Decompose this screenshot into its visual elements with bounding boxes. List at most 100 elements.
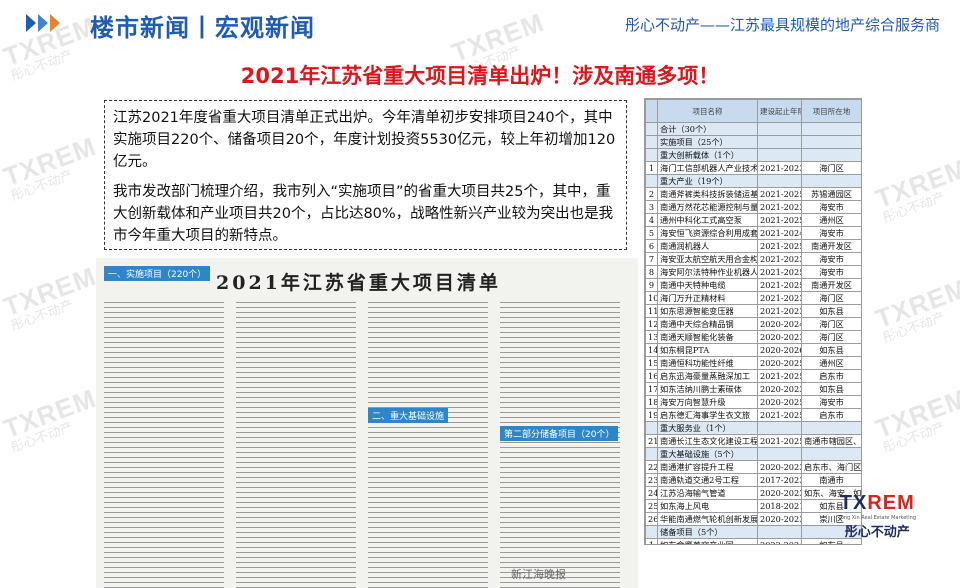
table-cell-n: 25	[645, 499, 658, 513]
project-table: 项目名称 建设起止年限 项目所在地 合计（30个） 实施项目（25个） 重大创新载体…	[645, 99, 861, 544]
table-cell-name: 重大服务业（1个）	[657, 421, 758, 435]
table-cell-years	[757, 148, 802, 162]
table-cell-name: 南通轨道交通2号工程	[657, 473, 758, 487]
newspaper-column	[236, 300, 356, 588]
table-cell-n: 1	[645, 538, 658, 544]
table-section-row: 储备项目（5个）	[645, 525, 861, 539]
table-cell-name: 合计（30个）	[657, 122, 758, 136]
table-cell-years: 2020-2023	[757, 330, 802, 344]
newspaper-heading: 2021年江苏省重大项目清单	[216, 272, 501, 294]
table-cell-n: 16	[645, 369, 658, 383]
table-cell-n: 23	[645, 473, 658, 487]
table-cell-n: 10	[645, 291, 658, 305]
table-cell-loc: 海安市	[801, 395, 861, 409]
table-cell-n: 2	[645, 187, 658, 201]
table-header-cell	[645, 99, 658, 123]
table-cell-n: 4	[645, 213, 658, 227]
newspaper-column	[368, 300, 488, 588]
table-cell-years: 2022-2024	[757, 538, 802, 544]
table-cell-n: 18	[645, 395, 658, 409]
table-cell-name: 南通斧裤类科技拆装储运基地	[657, 187, 758, 201]
table-header-cell: 建设起止年限	[757, 99, 802, 123]
watermark: TXREM 彤心不动产	[0, 260, 101, 334]
table-cell-n: 15	[645, 356, 658, 370]
table-cell-name: 如东思源智能变压器	[657, 304, 758, 318]
table-cell-n: 22	[645, 460, 658, 474]
table-cell-loc: 海门区	[801, 161, 861, 175]
table-cell-loc	[801, 421, 861, 435]
table-header-cell: 项目所在地	[801, 99, 861, 123]
table-row: 14 如东桐昆PTA 2020-2026 如东县	[645, 343, 861, 357]
table-cell-name: 南通润机器人	[657, 239, 758, 253]
headline: 2021年江苏省重大项目清单出炉！涉及南通多项！	[240, 64, 720, 88]
intro-paragraph-2: 我市发改部门梳理介绍，我市列入“实施项目”的省重大项目共25个，其中，重大创新载…	[113, 184, 614, 244]
table-cell-loc: 海安市	[801, 252, 861, 266]
chevron-arrows-icon	[26, 14, 62, 32]
table-row: 24江苏沿海输气管道2020-2023如东、海安、如皋、太仓、海门、启东	[645, 486, 861, 500]
table-row: 26华能南通燃气轮机创新发展示范工程1号机组2020-2023崇川区	[645, 512, 861, 526]
company-slogan: 彤心不动产——江苏最具规模的地产综合服务商	[624, 16, 940, 34]
table-cell-years	[757, 525, 802, 539]
newspaper-clipping-image: 一、实施项目（220个） 2021年江苏省重大项目清单 二、重大基础设施 第二部…	[96, 258, 638, 588]
table-cell-name: 如东桐昆PTA	[657, 343, 758, 357]
table-cell-loc: 海门区	[801, 291, 861, 305]
table-section-row: 实施项目（25个）	[645, 135, 861, 149]
table-cell-years: 2020-2023	[757, 382, 802, 396]
page-title: 楼市新闻丨宏观新闻	[90, 14, 315, 42]
table-header-cell: 项目名称	[657, 99, 758, 123]
table-cell-n: 26	[645, 512, 658, 526]
logo-chinese-name: 彤心不动产	[844, 525, 910, 540]
watermark: TXREM 彤心不动产	[0, 130, 101, 204]
table-cell-name: 南通长江生态文化建设工程	[657, 434, 758, 448]
logo-wordmark: TXREM	[839, 492, 915, 514]
table-cell-loc: 启东市	[801, 408, 861, 422]
table-cell-years: 2021-2025	[757, 434, 802, 448]
table-cell-n	[645, 421, 658, 435]
table-cell-name: 海安恒飞资源综合利用成套装备	[657, 226, 758, 240]
table-cell-years	[757, 447, 802, 461]
table-cell-years: 2020-2026	[757, 343, 802, 357]
table-row: 7 海安亚太航空航天用合金构件 2021-2023 海安市	[645, 252, 861, 266]
table-row: 22南通港扩容提升工程2020-2023启东市、海门区、通州区	[645, 460, 861, 474]
table-row: 9 南通中天特种电缆 2021-2025 南通开发区	[645, 278, 861, 292]
watermark: TXREM 彤心不动产	[871, 382, 960, 456]
table-cell-years: 2021-2023	[757, 291, 802, 305]
table-cell-name: 启东迅海豪量蒸融深加工	[657, 369, 758, 383]
table-cell-name: 海安万向智慧升级	[657, 395, 758, 409]
table-cell-loc	[801, 122, 861, 136]
table-row: 12 南通中天综合精品钢 2020-2024 海门区	[645, 317, 861, 331]
table-cell-loc: 海门区	[801, 330, 861, 344]
newspaper-tag: 第二部分储备项目（20个）	[500, 426, 619, 441]
table-cell-n	[645, 447, 658, 461]
table-row: 25 如东海上风电 2018-2021 如东县	[645, 499, 861, 513]
table-cell-name: 如东海上风电	[657, 499, 758, 513]
table-cell-n: 8	[645, 265, 658, 279]
table-cell-years: 2021-2023	[757, 200, 802, 214]
table-cell-n: 6	[645, 239, 658, 253]
table-row: 2 南通斧裤类科技拆装储运基地 2021-2025 苏锡通园区	[645, 187, 861, 201]
table-cell-loc: 南通市	[801, 473, 861, 487]
table-header-row: 项目名称 建设起止年限 项目所在地	[645, 99, 861, 123]
table-cell-name: 南通恒科功能性纤维	[657, 356, 758, 370]
intro-text-box: 江苏2021年度省重大项目清单正式出炉。今年清单初步安排项目240个，其中实施项…	[104, 100, 627, 250]
watermark: TXREM 彤心不动产	[871, 272, 960, 346]
table-cell-n: 7	[645, 252, 658, 266]
table-cell-loc: 海安市	[801, 226, 861, 240]
table-cell-years	[757, 174, 802, 188]
table-row: 3 南通万然花芯能源控制与量产 2021-2023 海安市	[645, 200, 861, 214]
table-section-row: 合计（30个）	[645, 122, 861, 136]
table-cell-n: 19	[645, 408, 658, 422]
table-cell-n: 24	[645, 486, 658, 500]
table-cell-name: 海门万升正精材料	[657, 291, 758, 305]
newspaper-column	[500, 300, 620, 588]
table-cell-n: 17	[645, 382, 658, 396]
intro-paragraph-1: 江苏2021年度省重大项目清单正式出炉。今年清单初步安排项目240个，其中实施项…	[113, 110, 616, 170]
watermark: TXREM 彤心不动产	[0, 382, 101, 456]
table-cell-name: 重大基础设施（5个）	[657, 447, 758, 461]
table-cell-n: 13	[645, 330, 658, 344]
table-row: 16 启东迅海豪量蒸融深加工 2021-2025 启东市	[645, 369, 861, 383]
table-cell-name: 南通中天特种电缆	[657, 278, 758, 292]
table-cell-n: 5	[645, 226, 658, 240]
project-table-image: 项目名称 建设起止年限 项目所在地 合计（30个） 实施项目（25个） 重大创新载体…	[644, 98, 862, 545]
table-row: 19 启东德汇海事学生衣文旅 2021-2025 启东市	[645, 408, 861, 422]
